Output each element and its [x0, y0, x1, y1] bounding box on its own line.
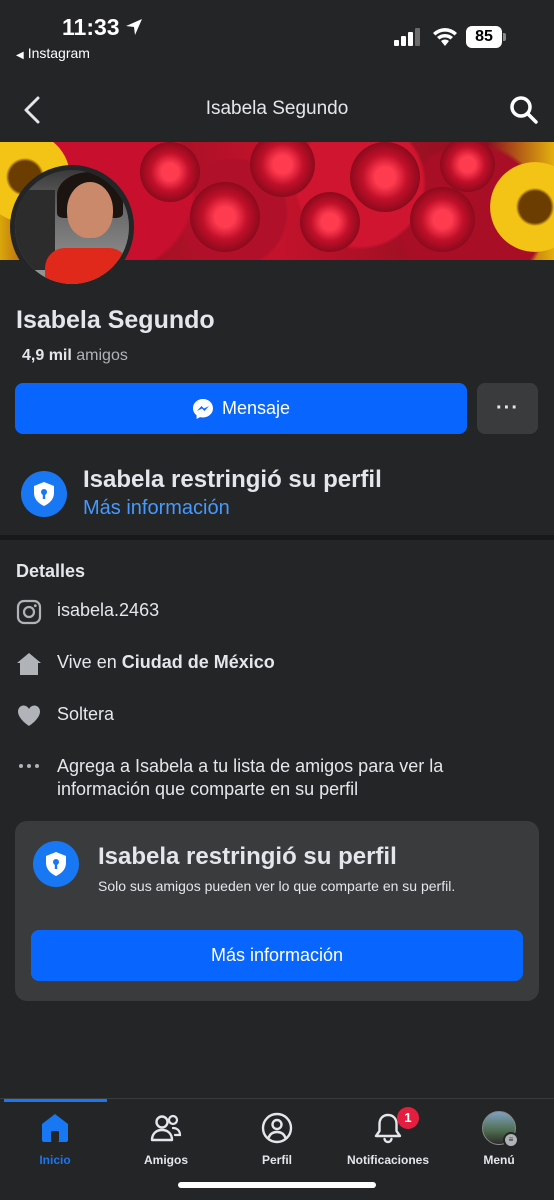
cover-rose	[250, 142, 315, 197]
restriction-banner: Isabela restringió su perfil Más informa…	[0, 462, 554, 532]
status-bar: 11:33 ◀ Instagram 85	[0, 0, 554, 70]
more-options-button[interactable]: ···	[477, 383, 538, 434]
restriction-title: Isabela restringió su perfil	[83, 466, 382, 493]
home-indicator	[178, 1182, 376, 1188]
active-tab-indicator	[4, 1099, 107, 1102]
restriction-card-subtitle: Solo sus amigos pueden ver lo que compar…	[98, 878, 456, 894]
home-icon	[42, 1114, 68, 1142]
friends-count[interactable]: 4,9 mil amigos	[22, 347, 128, 365]
lives-in-city[interactable]: Ciudad de México	[122, 652, 275, 672]
cover-rose	[190, 182, 260, 252]
profile-icon	[261, 1112, 293, 1144]
nav-home-label: Inicio	[39, 1153, 71, 1167]
shield-lock-icon	[33, 841, 79, 887]
relationship-status: Soltera	[57, 704, 115, 724]
instagram-link[interactable]: isabela.2463	[57, 599, 159, 622]
battery-tip	[503, 33, 506, 41]
header-title: Isabela Segundo	[205, 98, 349, 119]
friends-icon	[150, 1114, 182, 1142]
cover-sunflower-right	[490, 162, 554, 252]
search-icon[interactable]	[508, 94, 540, 126]
home-icon	[17, 653, 41, 675]
cellular-signal-icon	[394, 28, 420, 46]
restriction-card-title: Isabela restringió su perfil	[98, 843, 397, 870]
back-triangle-icon: ◀	[16, 50, 24, 61]
notification-badge: 1	[397, 1107, 419, 1129]
avatar-top	[45, 248, 129, 284]
cover-rose	[440, 142, 495, 192]
message-button[interactable]: Mensaje	[15, 383, 467, 434]
nav-profile[interactable]: Perfil	[222, 1111, 332, 1171]
battery-level: 85	[466, 26, 502, 48]
battery-indicator: 85	[466, 26, 506, 48]
messenger-icon	[192, 398, 213, 419]
message-button-label: Mensaje	[221, 398, 291, 418]
nav-home[interactable]: Inicio	[0, 1111, 110, 1171]
add-friend-info-line1: Agrega a Isabela a tu lista de amigos pa…	[57, 756, 444, 776]
status-time: 11:33	[62, 14, 120, 40]
profile-picture[interactable]	[10, 165, 134, 289]
more-info-link[interactable]: Más información	[83, 497, 230, 520]
cover-rose	[300, 192, 360, 252]
restriction-card: Isabela restringió su perfil Solo sus am…	[15, 821, 539, 1001]
nav-friends[interactable]: Amigos	[111, 1111, 221, 1171]
profile-name: Isabela Segundo	[16, 306, 215, 334]
nav-notifications[interactable]: 1 Notificaciones	[333, 1107, 443, 1171]
details-heading: Detalles	[16, 561, 86, 581]
menu-hamburger-icon: ≡	[503, 1132, 519, 1148]
heart-icon	[18, 705, 40, 726]
more-info-button[interactable]: Más información	[31, 930, 523, 981]
top-header: Isabela Segundo	[0, 80, 554, 140]
instagram-icon	[16, 599, 42, 625]
nav-menu[interactable]: ≡ Menú	[444, 1111, 554, 1171]
nav-friends-label: Amigos	[143, 1153, 188, 1167]
nav-profile-label: Perfil	[261, 1153, 292, 1167]
friends-count-label: amigos	[76, 347, 128, 364]
add-friend-info-line2: información que comparte en su perfil	[57, 779, 359, 799]
wifi-icon	[433, 28, 457, 46]
back-app-label: Instagram	[27, 45, 90, 61]
cover-rose	[140, 142, 200, 202]
cover-rose	[410, 187, 475, 252]
location-arrow-icon	[126, 19, 142, 35]
shield-lock-icon	[21, 471, 67, 517]
avatar	[15, 170, 129, 284]
lives-in-text: Vive en Ciudad de México	[57, 651, 275, 674]
avatar-face	[67, 182, 113, 238]
back-to-app-link[interactable]: ◀ Instagram	[16, 45, 90, 61]
nav-menu-label: Menú	[483, 1153, 515, 1167]
cover-rose	[350, 142, 420, 212]
more-dots-icon: ···	[496, 397, 519, 419]
lives-in-prefix: Vive en	[57, 652, 117, 672]
menu-avatar-icon: ≡	[482, 1111, 519, 1148]
section-divider	[0, 535, 554, 540]
ellipsis-icon	[19, 764, 39, 768]
friends-count-value: 4,9 mil	[22, 347, 72, 364]
nav-notifications-label: Notificaciones	[346, 1153, 430, 1167]
